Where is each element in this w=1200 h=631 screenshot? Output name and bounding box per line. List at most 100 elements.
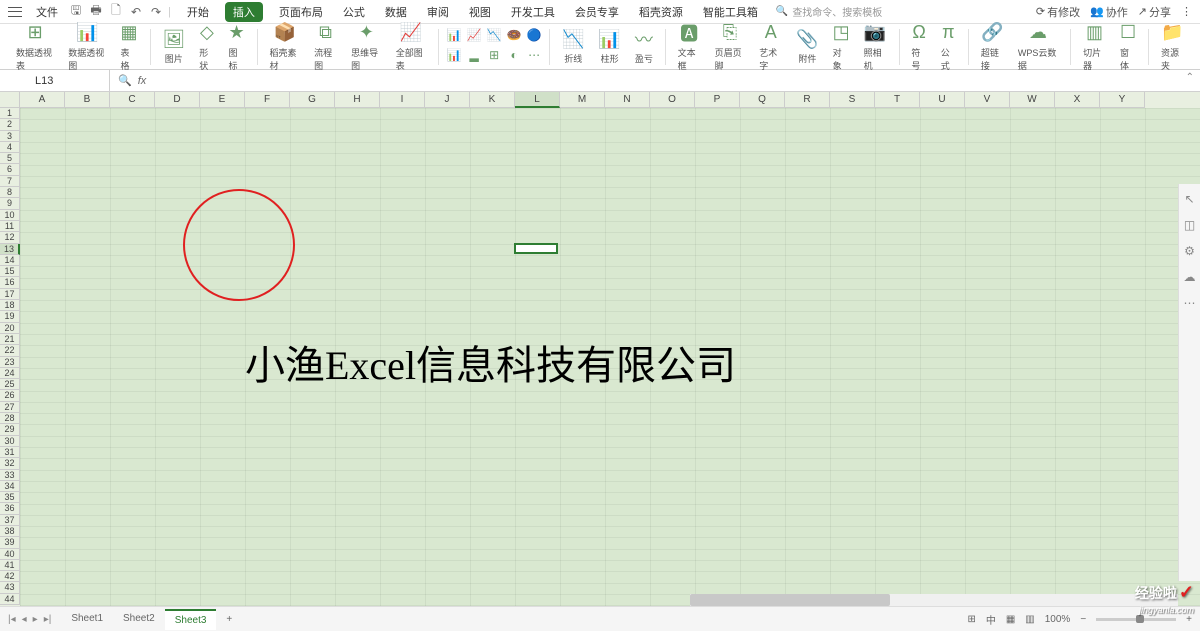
redo-icon[interactable]: ↷	[148, 4, 164, 20]
row-header-17[interactable]: 17	[0, 289, 20, 300]
menu-icon[interactable]	[8, 7, 22, 17]
row-header-8[interactable]: 8	[0, 187, 20, 198]
row-header-5[interactable]: 5	[0, 153, 20, 164]
ribbon-数据透视表[interactable]: ⊞数据透视表	[10, 22, 60, 72]
row-header-12[interactable]: 12	[0, 232, 20, 243]
red-circle-shape[interactable]	[183, 189, 295, 301]
col-header-Y[interactable]: Y	[1100, 92, 1145, 108]
col-header-R[interactable]: R	[785, 92, 830, 108]
name-box[interactable]: L13	[0, 70, 110, 91]
zoom-in-icon[interactable]: +	[1186, 614, 1192, 625]
row-header-35[interactable]: 35	[0, 492, 20, 503]
save-icon[interactable]: 🖫	[68, 4, 84, 20]
ribbon-文本框[interactable]: 🅰文本框	[672, 22, 707, 72]
row-header-18[interactable]: 18	[0, 300, 20, 311]
chart-type-icon[interactable]: 📈	[465, 28, 483, 46]
col-header-K[interactable]: K	[470, 92, 515, 108]
col-header-M[interactable]: M	[560, 92, 605, 108]
ribbon-流程图[interactable]: ⧉流程图	[308, 22, 343, 72]
col-header-W[interactable]: W	[1010, 92, 1055, 108]
search-box[interactable]: 🔍 查找命令、搜索模板	[776, 4, 882, 19]
ribbon-WPS云数据[interactable]: ☁WPS云数据	[1012, 22, 1064, 72]
row-header-33[interactable]: 33	[0, 470, 20, 481]
view-normal-icon[interactable]: ⊞	[967, 614, 975, 625]
panel-select-icon[interactable]: ↖	[1184, 192, 1194, 206]
row-header-20[interactable]: 20	[0, 323, 20, 334]
sheet-tab-Sheet1[interactable]: Sheet1	[61, 609, 113, 630]
row-header-41[interactable]: 41	[0, 560, 20, 571]
ribbon-柱形[interactable]: 📊柱形	[592, 28, 626, 65]
menu-tab-0[interactable]: 开始	[183, 2, 213, 22]
col-header-O[interactable]: O	[650, 92, 695, 108]
horizontal-scrollbar[interactable]	[690, 594, 1178, 606]
row-header-40[interactable]: 40	[0, 549, 20, 560]
row-header-22[interactable]: 22	[0, 345, 20, 356]
col-header-E[interactable]: E	[200, 92, 245, 108]
ribbon-对象[interactable]: ◳对象	[827, 22, 856, 72]
row-header-36[interactable]: 36	[0, 503, 20, 514]
col-header-C[interactable]: C	[110, 92, 155, 108]
menu-tab-10[interactable]: 智能工具箱	[699, 2, 762, 22]
select-all-corner[interactable]	[0, 92, 20, 108]
chart-type-icon[interactable]: 📊	[445, 48, 463, 66]
row-header-16[interactable]: 16	[0, 277, 20, 288]
row-header-13[interactable]: 13	[0, 244, 20, 255]
menu-tab-8[interactable]: 会员专享	[571, 2, 623, 22]
undo-icon[interactable]: ↶	[128, 4, 144, 20]
ribbon-切片器[interactable]: ▥切片器	[1077, 22, 1112, 72]
zoom-level[interactable]: 100%	[1045, 614, 1071, 625]
col-header-U[interactable]: U	[920, 92, 965, 108]
zoom-slider[interactable]	[1096, 618, 1176, 621]
zoom-out-icon[interactable]: −	[1080, 614, 1086, 625]
panel-more-icon[interactable]: ⋯	[1184, 296, 1196, 310]
file-menu[interactable]: 文件	[30, 2, 64, 22]
menu-tab-7[interactable]: 开发工具	[507, 2, 559, 22]
row-header-26[interactable]: 26	[0, 390, 20, 401]
sheet-tab-Sheet3[interactable]: Sheet3	[165, 609, 217, 630]
ribbon-公式[interactable]: π公式	[935, 22, 962, 72]
chart-type-icon[interactable]: ⊞	[485, 48, 503, 66]
row-header-28[interactable]: 28	[0, 413, 20, 424]
menu-tab-5[interactable]: 审阅	[423, 2, 453, 22]
ribbon-表格[interactable]: ▦表格	[115, 22, 144, 72]
chart-type-icon[interactable]: 🍩	[505, 28, 523, 46]
ribbon-照相机[interactable]: 📷照相机	[858, 22, 893, 72]
ribbon-页眉页脚[interactable]: ⎘页眉页脚	[709, 22, 752, 72]
col-header-X[interactable]: X	[1055, 92, 1100, 108]
row-header-43[interactable]: 43	[0, 582, 20, 593]
menu-tab-1[interactable]: 插入	[225, 2, 263, 22]
row-header-4[interactable]: 4	[0, 142, 20, 153]
row-header-39[interactable]: 39	[0, 537, 20, 548]
collapse-ribbon-icon[interactable]: ⌃	[1186, 72, 1194, 83]
chart-type-icon[interactable]: ◐	[505, 48, 523, 66]
row-header-3[interactable]: 3	[0, 131, 20, 142]
ribbon-盈亏[interactable]: 〰盈亏	[629, 28, 659, 65]
row-header-34[interactable]: 34	[0, 481, 20, 492]
chart-type-icon[interactable]: ▂	[465, 48, 483, 66]
col-header-A[interactable]: A	[20, 92, 65, 108]
row-header-14[interactable]: 14	[0, 255, 20, 266]
ribbon-思维导图[interactable]: ✦思维导图	[345, 22, 388, 72]
row-header-27[interactable]: 27	[0, 402, 20, 413]
view-page-icon[interactable]: ▥	[1025, 614, 1034, 625]
row-header-24[interactable]: 24	[0, 368, 20, 379]
chart-type-icon[interactable]: ⋯	[525, 48, 543, 66]
ribbon-超链接[interactable]: 🔗超链接	[975, 22, 1010, 72]
menu-tab-9[interactable]: 稻壳资源	[635, 2, 687, 22]
row-header-38[interactable]: 38	[0, 526, 20, 537]
row-header-42[interactable]: 42	[0, 571, 20, 582]
row-header-15[interactable]: 15	[0, 266, 20, 277]
col-header-H[interactable]: H	[335, 92, 380, 108]
col-header-N[interactable]: N	[605, 92, 650, 108]
col-header-B[interactable]: B	[65, 92, 110, 108]
row-header-19[interactable]: 19	[0, 311, 20, 322]
col-header-Q[interactable]: Q	[740, 92, 785, 108]
more-icon[interactable]: ⋮	[1181, 5, 1192, 18]
panel-backup-icon[interactable]: ☁	[1184, 270, 1196, 284]
col-header-I[interactable]: I	[380, 92, 425, 108]
ribbon-形状[interactable]: ◇形状	[193, 22, 220, 72]
col-header-L[interactable]: L	[515, 92, 560, 108]
col-header-S[interactable]: S	[830, 92, 875, 108]
col-header-T[interactable]: T	[875, 92, 920, 108]
preview-icon[interactable]: 🗋	[108, 4, 124, 20]
